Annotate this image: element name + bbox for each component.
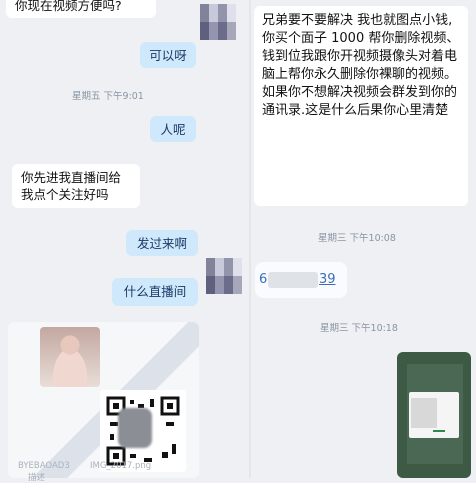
- watermark-text: IMG_2017.png: [90, 461, 152, 471]
- message-bubble: 可以呀: [140, 42, 196, 68]
- avatar[interactable]: [206, 258, 242, 294]
- message-bubble: 发过来啊: [126, 230, 198, 256]
- message-bubble: 你先进我直播间给我点个关注好吗: [12, 164, 140, 208]
- avatar[interactable]: [200, 4, 236, 40]
- phone-number-message[interactable]: 6 39: [255, 262, 347, 298]
- blurred-region: [411, 398, 437, 428]
- qr-code-image[interactable]: [100, 390, 186, 472]
- screenshot-image-message[interactable]: [397, 352, 471, 478]
- message-bubble: 什么直播间: [112, 278, 198, 306]
- message-bubble: 人呢: [150, 116, 196, 142]
- message-bubble: 兄弟要不要解决 我也就图点小钱, 你买个面子 1000 帮你删除视频、钱到位我跟…: [254, 6, 468, 206]
- timestamp: 星期五 下午9:01: [72, 91, 144, 102]
- blurred-region: [118, 408, 152, 448]
- phone-number-end: 39: [319, 272, 336, 287]
- timestamp: 星期三 下午10:08: [318, 233, 396, 244]
- panel-divider: [249, 0, 251, 478]
- watermark-text: 描述: [28, 473, 46, 483]
- timestamp: 星期三 下午10:18: [320, 323, 398, 334]
- thumbnail-image: [40, 327, 100, 387]
- message-bubble: 你现在视频方便吗?: [6, 0, 156, 18]
- chat-panel-left: 你现在视频方便吗? 可以呀 星期五 下午9:01 人呢 你先进我直播间给我点个关…: [0, 0, 250, 483]
- watermark-text: BYEBAOAD3: [18, 461, 70, 471]
- blurred-region: [268, 272, 318, 288]
- screenshot-accent: [433, 430, 445, 432]
- phone-number-start: 6: [259, 272, 268, 287]
